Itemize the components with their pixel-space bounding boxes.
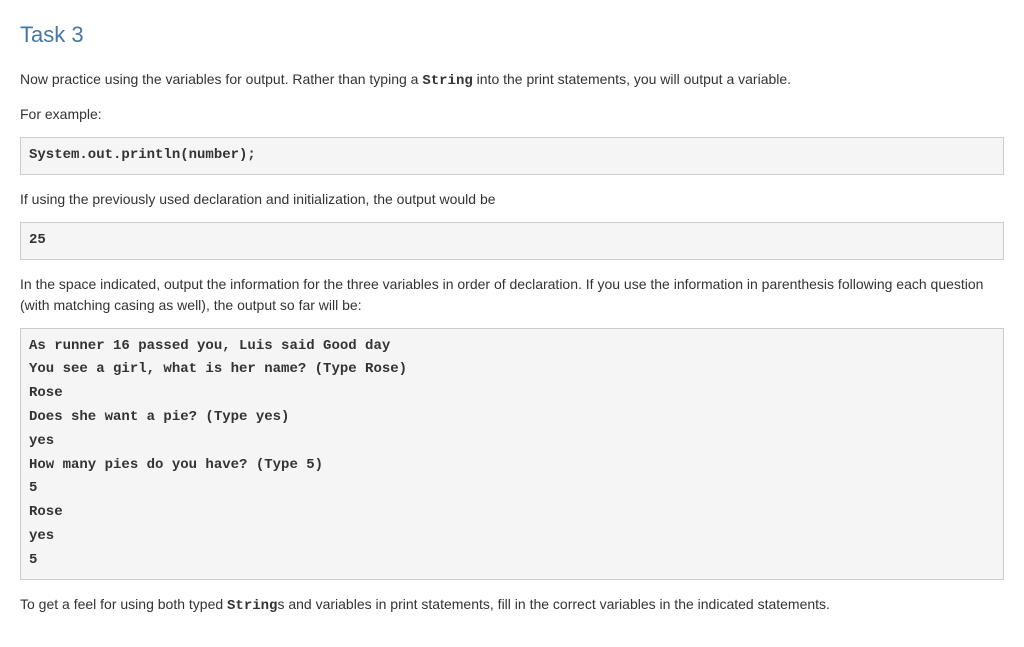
code-block-sample-output: As runner 16 passed you, Luis said Good …: [20, 328, 1004, 580]
paragraph-3: If using the previously used declaration…: [20, 189, 1004, 210]
code-block-output-25: 25: [20, 222, 1004, 260]
outro-text-b: s and variables in print statements, fil…: [277, 596, 830, 612]
inline-code-string-2: String: [227, 598, 277, 614]
outro-paragraph: To get a feel for using both typed Strin…: [20, 594, 1004, 617]
intro-text-1b: into the print statements, you will outp…: [473, 71, 791, 87]
outro-text-a: To get a feel for using both typed: [20, 596, 227, 612]
intro-paragraph-2: For example:: [20, 104, 1004, 125]
intro-text-1a: Now practice using the variables for out…: [20, 71, 422, 87]
task-heading: Task 3: [20, 18, 1004, 51]
code-block-println: System.out.println(number);: [20, 137, 1004, 175]
paragraph-4: In the space indicated, output the infor…: [20, 274, 1004, 316]
intro-paragraph-1: Now practice using the variables for out…: [20, 69, 1004, 92]
inline-code-string-1: String: [422, 73, 472, 89]
